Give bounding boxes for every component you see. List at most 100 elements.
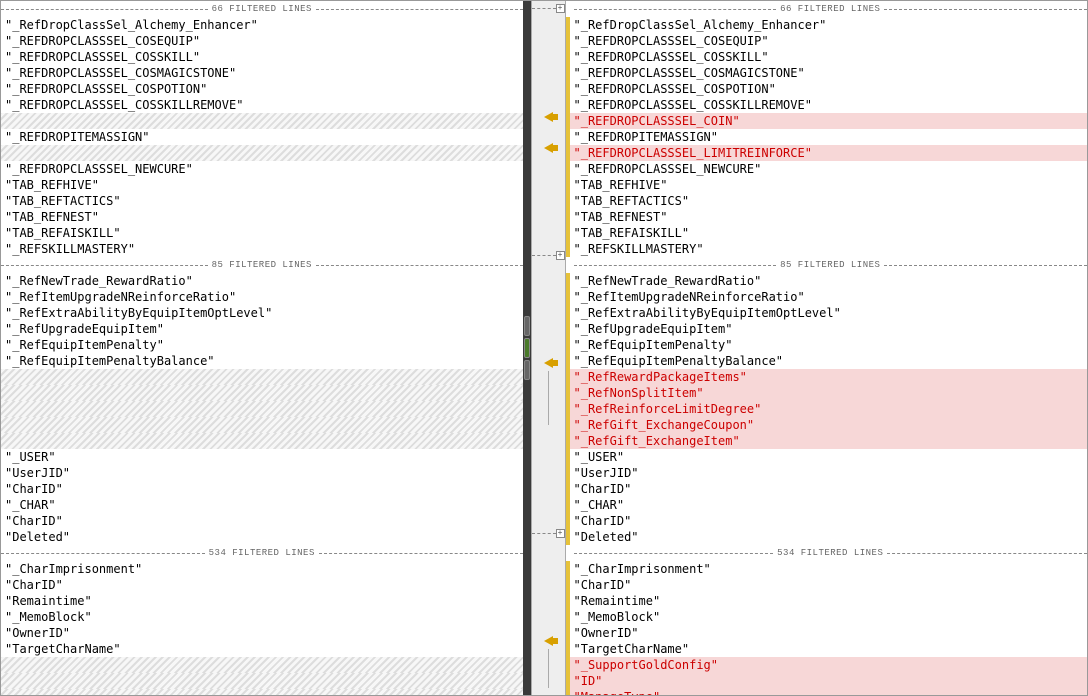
code-line[interactable]: "OwnerID" xyxy=(566,625,1088,641)
code-line[interactable]: "_REFDROPCLASSSEL_COSPOTION" xyxy=(566,81,1088,97)
code-line[interactable]: "_CharImprisonment" xyxy=(566,561,1088,577)
pane-splitter[interactable] xyxy=(523,1,531,695)
code-line[interactable]: "_REFDROPITEMASSIGN" xyxy=(1,129,523,145)
code-line[interactable]: "_CharImprisonment" xyxy=(1,561,523,577)
code-line[interactable]: "CharID" xyxy=(566,513,1088,529)
merge-left-button[interactable] xyxy=(532,140,565,155)
code-line[interactable]: "_RefEquipItemPenaltyBalance" xyxy=(566,353,1088,369)
code-line[interactable]: "TAB_REFTACTICS" xyxy=(1,193,523,209)
code-line[interactable]: "_REFDROPCLASSSEL_COSSKILLREMOVE" xyxy=(566,97,1088,113)
code-line[interactable]: "_REFDROPCLASSSEL_COSEQUIP" xyxy=(566,33,1088,49)
code-line[interactable]: "_RefUpgradeEquipItem" xyxy=(1,321,523,337)
merge-left-button[interactable] xyxy=(532,109,565,124)
code-line[interactable]: "_REFDROPITEMASSIGN" xyxy=(566,129,1088,145)
code-line[interactable]: "_REFSKILLMASTERY" xyxy=(1,241,523,257)
code-line[interactable]: "_MemoBlock" xyxy=(566,609,1088,625)
code-line[interactable]: "UserJID" xyxy=(1,465,523,481)
diff-added-line[interactable]: "ManageType" xyxy=(566,689,1088,695)
fold-toggle-icon[interactable]: + xyxy=(556,251,565,260)
code-line[interactable]: "_REFDROPCLASSSEL_NEWCURE" xyxy=(566,161,1088,177)
code-line[interactable]: "_RefUpgradeEquipItem" xyxy=(566,321,1088,337)
code-line[interactable]: "CharID" xyxy=(566,481,1088,497)
code-line[interactable]: "UserJID" xyxy=(566,465,1088,481)
fold-toggle-icon[interactable]: + xyxy=(556,4,565,13)
code-line[interactable]: "CharID" xyxy=(1,577,523,593)
code-line[interactable]: "_RefDropClassSel_Alchemy_Enhancer" xyxy=(1,17,523,33)
arrow-left-icon xyxy=(544,112,553,122)
missing-line-placeholder xyxy=(1,433,523,449)
code-line[interactable]: "TAB_REFAISKILL" xyxy=(1,225,523,241)
code-line[interactable]: "OwnerID" xyxy=(1,625,523,641)
filter-separator: 534 FILTERED LINES xyxy=(566,545,1088,561)
filter-separator: 534 FILTERED LINES xyxy=(1,545,523,561)
missing-line-placeholder xyxy=(1,689,523,695)
code-line[interactable]: "_USER" xyxy=(566,449,1088,465)
missing-line-placeholder xyxy=(1,657,523,673)
diff-added-line[interactable]: "_REFDROPCLASSSEL_COIN" xyxy=(566,113,1088,129)
code-line[interactable]: "TAB_REFNEST" xyxy=(566,209,1088,225)
separator-label: 66 FILTERED LINES xyxy=(208,4,316,14)
code-line[interactable]: "_RefEquipItemPenalty" xyxy=(566,337,1088,353)
code-line[interactable]: "TargetCharName" xyxy=(1,641,523,657)
code-line[interactable]: "_RefDropClassSel_Alchemy_Enhancer" xyxy=(566,17,1088,33)
diff-added-line[interactable]: "_REFDROPCLASSSEL_LIMITREINFORCE" xyxy=(566,145,1088,161)
separator-label: 534 FILTERED LINES xyxy=(773,548,887,558)
code-line[interactable]: "CharID" xyxy=(1,481,523,497)
code-line[interactable]: "_CHAR" xyxy=(1,497,523,513)
diff-added-line[interactable]: "_RefGift_ExchangeItem" xyxy=(566,433,1088,449)
code-line[interactable]: "_RefNewTrade_RewardRatio" xyxy=(566,273,1088,289)
code-line[interactable]: "TAB_REFHIVE" xyxy=(566,177,1088,193)
code-line[interactable]: "Remaintime" xyxy=(566,593,1088,609)
code-line[interactable]: "TargetCharName" xyxy=(566,641,1088,657)
code-line[interactable]: "TAB_REFAISKILL" xyxy=(566,225,1088,241)
arrow-left-icon xyxy=(544,358,553,368)
missing-line-placeholder xyxy=(1,417,523,433)
fold-toggle-icon[interactable]: + xyxy=(556,529,565,538)
code-line[interactable]: "CharID" xyxy=(566,577,1088,593)
filter-separator: 85 FILTERED LINES xyxy=(566,257,1088,273)
code-line[interactable]: "_RefExtraAbilityByEquipItemOptLevel" xyxy=(566,305,1088,321)
code-line[interactable]: "_RefItemUpgradeNReinforceRatio" xyxy=(566,289,1088,305)
code-line[interactable]: "Deleted" xyxy=(566,529,1088,545)
code-line[interactable]: "_REFDROPCLASSSEL_COSMAGICSTONE" xyxy=(1,65,523,81)
code-line[interactable]: "_USER" xyxy=(1,449,523,465)
diff-added-line[interactable]: "_RefRewardPackageItems" xyxy=(566,369,1088,385)
code-line[interactable]: "_REFDROPCLASSSEL_COSSKILL" xyxy=(566,49,1088,65)
merge-left-button[interactable] xyxy=(532,356,565,371)
left-pane[interactable]: 66 FILTERED LINES "_RefDropClassSel_Alch… xyxy=(1,1,523,695)
code-line[interactable]: "_REFDROPCLASSSEL_COSEQUIP" xyxy=(1,33,523,49)
diff-added-line[interactable]: "_RefNonSplitItem" xyxy=(566,385,1088,401)
code-line[interactable]: "_REFDROPCLASSSEL_NEWCURE" xyxy=(1,161,523,177)
code-line[interactable]: "_REFDROPCLASSSEL_COSSKILL" xyxy=(1,49,523,65)
code-line[interactable]: "_RefExtraAbilityByEquipItemOptLevel" xyxy=(1,305,523,321)
code-line[interactable]: "_CHAR" xyxy=(566,497,1088,513)
code-line[interactable]: "Deleted" xyxy=(1,529,523,545)
code-line[interactable]: "TAB_REFHIVE" xyxy=(1,177,523,193)
code-line[interactable]: "_RefNewTrade_RewardRatio" xyxy=(1,273,523,289)
code-line[interactable]: "_REFDROPCLASSSEL_COSSKILLREMOVE" xyxy=(1,97,523,113)
code-line[interactable]: "CharID" xyxy=(1,513,523,529)
code-line[interactable]: "TAB_REFNEST" xyxy=(1,209,523,225)
code-line[interactable]: "_RefEquipItemPenalty" xyxy=(1,337,523,353)
diff-viewer: 66 FILTERED LINES "_RefDropClassSel_Alch… xyxy=(0,0,1088,696)
right-pane[interactable]: 66 FILTERED LINES "_RefDropClassSel_Alch… xyxy=(566,1,1088,695)
code-line[interactable]: "_REFDROPCLASSSEL_COSMAGICSTONE" xyxy=(566,65,1088,81)
missing-line-placeholder xyxy=(1,385,523,401)
code-line[interactable]: "TAB_REFTACTICS" xyxy=(566,193,1088,209)
code-line[interactable]: "_MemoBlock" xyxy=(1,609,523,625)
gutter-separator: + xyxy=(532,525,565,540)
code-line[interactable]: "_RefEquipItemPenaltyBalance" xyxy=(1,353,523,369)
separator-label: 66 FILTERED LINES xyxy=(776,4,884,14)
code-line[interactable]: "Remaintime" xyxy=(1,593,523,609)
code-line[interactable]: "_REFDROPCLASSSEL_COSPOTION" xyxy=(1,81,523,97)
diff-added-line[interactable]: "_RefReinforceLimitDegree" xyxy=(566,401,1088,417)
arrow-left-icon xyxy=(544,636,553,646)
diff-added-line[interactable]: "_SupportGoldConfig" xyxy=(566,657,1088,673)
missing-line-placeholder xyxy=(1,369,523,385)
diff-added-line[interactable]: "ID" xyxy=(566,673,1088,689)
merge-left-button[interactable] xyxy=(532,633,565,648)
code-line[interactable]: "_RefItemUpgradeNReinforceRatio" xyxy=(1,289,523,305)
diff-added-line[interactable]: "_RefGift_ExchangeCoupon" xyxy=(566,417,1088,433)
code-line[interactable]: "_REFSKILLMASTERY" xyxy=(566,241,1088,257)
separator-label: 85 FILTERED LINES xyxy=(208,260,316,270)
